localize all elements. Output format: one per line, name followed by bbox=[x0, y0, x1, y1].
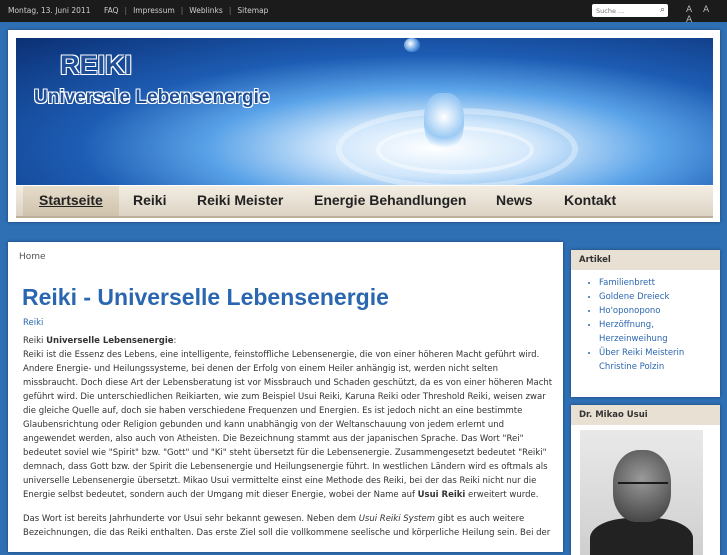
nav-item-reiki-meister[interactable]: Reiki Meister bbox=[197, 186, 283, 216]
water-splash-decoration bbox=[424, 93, 464, 153]
article-link-familienbrett[interactable]: Familienbrett bbox=[599, 276, 720, 290]
intro-colon: : bbox=[173, 336, 177, 346]
top-links: FAQ | Impressum | Weblinks | Sitemap bbox=[104, 6, 269, 15]
header-banner: REIKI Universale Lebensenergie bbox=[16, 38, 713, 185]
breadcrumb[interactable]: Home bbox=[19, 252, 46, 262]
nav-item-kontakt[interactable]: Kontakt bbox=[564, 186, 616, 216]
article-link-goldene-dreieck[interactable]: Goldene Dreieck bbox=[599, 290, 720, 304]
category-link[interactable]: Reiki bbox=[23, 318, 43, 328]
nav-item-reiki[interactable]: Reiki bbox=[133, 186, 166, 216]
article-link-hooponopono[interactable]: Ho'oponopono bbox=[599, 304, 720, 318]
article-link-reiki-meisterin[interactable]: Über Reiki Meisterin Christine Polzin bbox=[599, 346, 720, 374]
portrait-body bbox=[590, 518, 693, 555]
impressum-link[interactable]: Impressum bbox=[133, 6, 175, 15]
paragraph-2-start: Das Wort ist bereits Jahrhunderte vor Us… bbox=[23, 514, 359, 524]
articles-list: Familienbrett Goldene Dreieck Ho'oponopo… bbox=[571, 276, 720, 374]
portrait-image bbox=[580, 430, 703, 555]
font-size-controls[interactable]: A A A bbox=[686, 5, 727, 25]
top-bar: Montag, 13. Juni 2011 FAQ | Impressum | Webl… bbox=[0, 0, 727, 25]
portrait-glasses bbox=[618, 482, 668, 494]
search-icon[interactable]: ⌕ bbox=[660, 5, 665, 15]
article-body: Reiki Universelle Lebensenergie: Reiki i… bbox=[23, 334, 553, 550]
search-input[interactable] bbox=[592, 4, 660, 17]
water-drop-decoration bbox=[404, 38, 420, 52]
faq-link[interactable]: FAQ bbox=[104, 6, 119, 15]
portrait-module: Dr. Mikao Usui bbox=[571, 405, 720, 555]
intro-label: Reiki bbox=[23, 336, 47, 346]
intro-bold: Universelle Lebensenergie bbox=[46, 336, 174, 346]
nav-item-startseite[interactable]: Startseite bbox=[23, 186, 119, 216]
site-subtitle: Universale Lebensenergie bbox=[34, 87, 270, 108]
articles-module: Artikel Familienbrett Goldene Dreieck Ho… bbox=[571, 250, 720, 397]
paragraph-1: Reiki ist die Essenz des Lebens, eine in… bbox=[23, 350, 553, 500]
sitemap-link[interactable]: Sitemap bbox=[237, 6, 268, 15]
main-content: Home Reiki - Universelle Lebensenergie R… bbox=[8, 242, 563, 552]
page-title: Reiki - Universelle Lebensenergie bbox=[22, 284, 389, 310]
nav-item-news[interactable]: News bbox=[496, 186, 533, 216]
nav-item-energie-behandlungen[interactable]: Energie Behandlungen bbox=[314, 186, 466, 216]
search-box: ⌕ bbox=[592, 4, 668, 17]
weblinks-link[interactable]: Weblinks bbox=[189, 6, 223, 15]
site-title: REIKI bbox=[60, 50, 133, 80]
header-panel: REIKI Universale Lebensenergie Startseit… bbox=[8, 30, 720, 222]
main-nav: Startseite Reiki Reiki Meister Energie B… bbox=[16, 186, 713, 218]
current-date: Montag, 13. Juni 2011 bbox=[8, 6, 91, 15]
paragraph-2-italic: Usui Reiki System bbox=[358, 514, 435, 524]
article-link-herzoeffnung[interactable]: Herzöffnung, Herzeinweihung bbox=[599, 318, 720, 346]
portrait-title: Dr. Mikao Usui bbox=[571, 405, 720, 425]
paragraph-1-bold: Usui Reiki bbox=[417, 490, 466, 500]
articles-title: Artikel bbox=[571, 250, 720, 270]
paragraph-1-end: erweitert wurde. bbox=[465, 490, 539, 500]
